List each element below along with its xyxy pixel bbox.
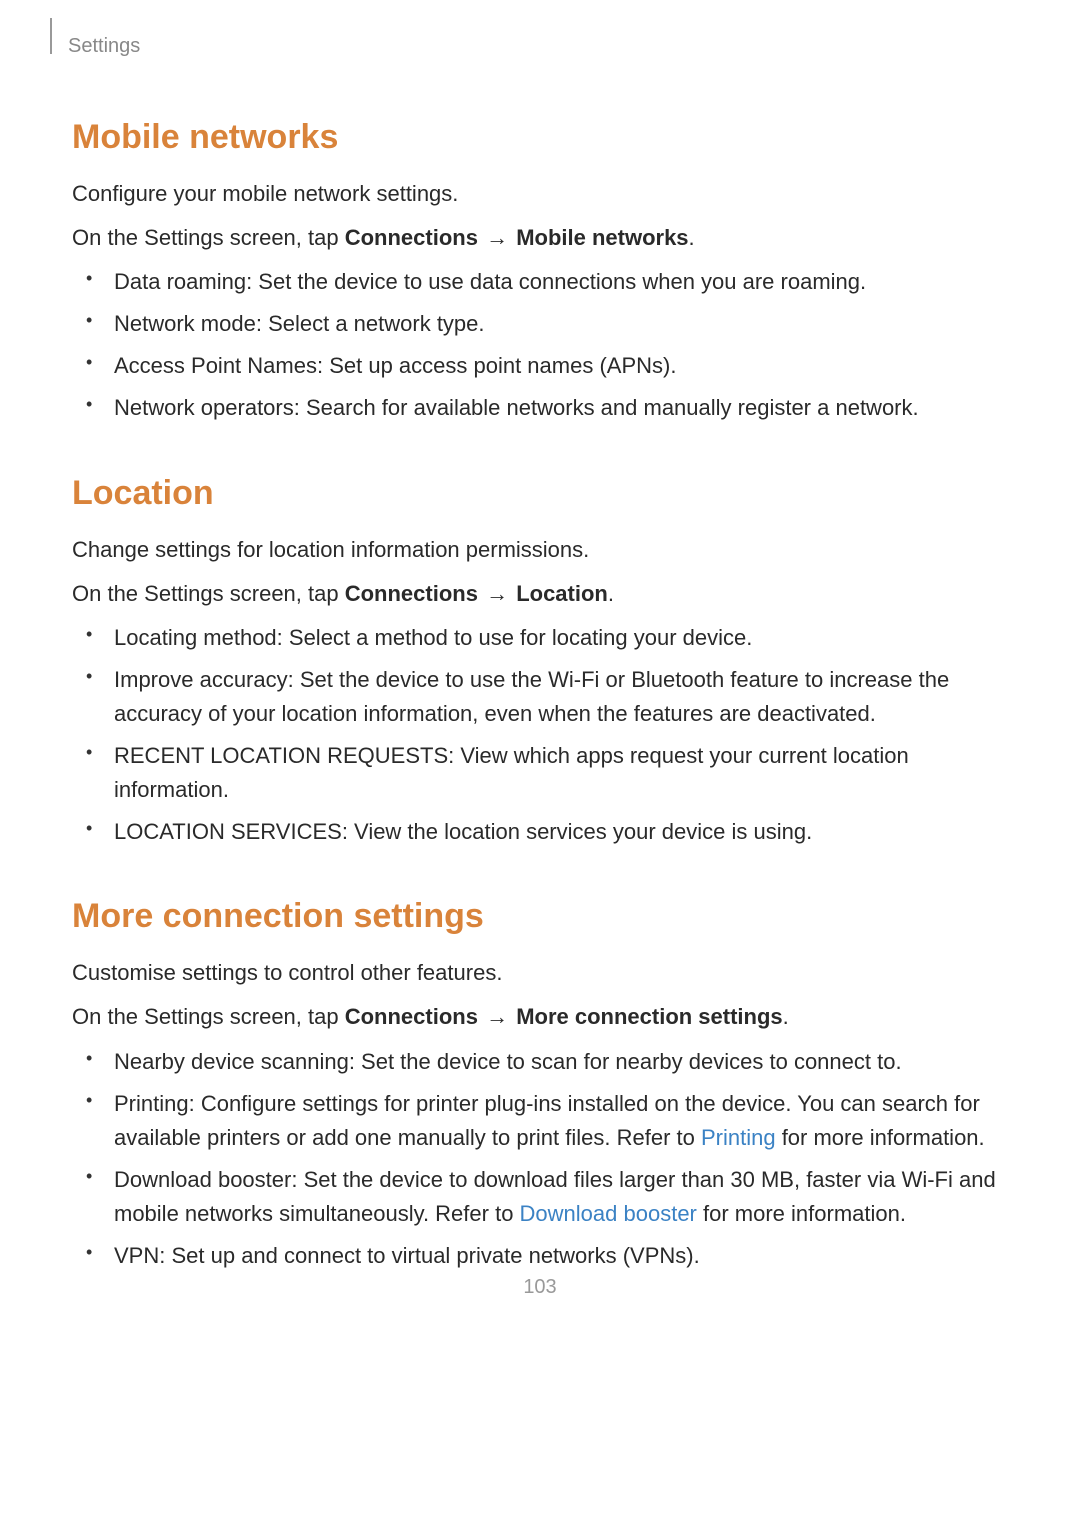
item-desc: : Select a method to use for locating yo…: [277, 625, 753, 650]
list-item: Nearby device scanning: Set the device t…: [108, 1045, 1008, 1079]
more-list: Nearby device scanning: Set the device t…: [72, 1045, 1008, 1274]
list-item: Improve accuracy: Set the device to use …: [108, 663, 1008, 731]
item-name: Download booster: [114, 1167, 291, 1192]
link-printing[interactable]: Printing: [701, 1125, 776, 1150]
more-path: On the Settings screen, tap Connections …: [72, 1000, 1008, 1034]
arrow-icon: →: [478, 581, 516, 606]
text: On the Settings screen, tap: [72, 225, 345, 250]
page-number: 103: [0, 1276, 1080, 1299]
text: .: [783, 1004, 789, 1029]
item-desc: : View the location services your device…: [342, 819, 812, 844]
heading-location: Location: [72, 474, 1008, 513]
item-name: Network mode: [114, 311, 256, 336]
location-path: On the Settings screen, tap Connections …: [72, 577, 1008, 611]
item-name: Data roaming: [114, 269, 246, 294]
item-desc: : Set up access point names (APNs).: [317, 353, 677, 378]
list-item: LOCATION SERVICES: View the location ser…: [108, 815, 1008, 849]
page-content: Settings Mobile networks Configure your …: [0, 0, 1080, 1273]
arrow-icon: →: [478, 225, 516, 250]
item-desc: : Set up and connect to virtual private …: [159, 1243, 699, 1268]
item-name: Nearby device scanning: [114, 1049, 349, 1074]
item-desc: : Set the device to scan for nearby devi…: [349, 1049, 902, 1074]
path-connections: Connections: [345, 581, 478, 606]
item-desc: for more information.: [697, 1201, 906, 1226]
more-intro: Customise settings to control other feat…: [72, 956, 1008, 990]
text: On the Settings screen, tap: [72, 581, 345, 606]
item-name: LOCATION SERVICES: [114, 819, 342, 844]
heading-more-connection: More connection settings: [72, 897, 1008, 936]
list-item: Network operators: Search for available …: [108, 391, 1008, 425]
text: On the Settings screen, tap: [72, 1004, 345, 1029]
item-desc: for more information.: [776, 1125, 985, 1150]
list-item: Printing: Configure settings for printer…: [108, 1087, 1008, 1155]
link-download-booster[interactable]: Download booster: [520, 1201, 697, 1226]
list-item: Download booster: Set the device to down…: [108, 1163, 1008, 1231]
mobile-path: On the Settings screen, tap Connections …: [72, 221, 1008, 255]
path-more-connection: More connection settings: [516, 1004, 782, 1029]
list-item: Network mode: Select a network type.: [108, 307, 1008, 341]
header-label: Settings: [68, 35, 1008, 58]
text: .: [608, 581, 614, 606]
item-name: Locating method: [114, 625, 277, 650]
list-item: Access Point Names: Set up access point …: [108, 349, 1008, 383]
item-name: Improve accuracy: [114, 667, 288, 692]
location-list: Locating method: Select a method to use …: [72, 621, 1008, 850]
item-name: RECENT LOCATION REQUESTS: [114, 743, 448, 768]
item-name: VPN: [114, 1243, 159, 1268]
path-connections: Connections: [345, 1004, 478, 1029]
item-name: Network operators: [114, 395, 294, 420]
item-desc: : Search for available networks and manu…: [294, 395, 919, 420]
list-item: RECENT LOCATION REQUESTS: View which app…: [108, 739, 1008, 807]
mobile-list: Data roaming: Set the device to use data…: [72, 265, 1008, 425]
mobile-intro: Configure your mobile network settings.: [72, 177, 1008, 211]
header-marker: [50, 18, 52, 54]
item-desc: : Set the device to use data connections…: [246, 269, 866, 294]
text: .: [689, 225, 695, 250]
item-name: Access Point Names: [114, 353, 317, 378]
item-desc: : Select a network type.: [256, 311, 485, 336]
heading-mobile-networks: Mobile networks: [72, 118, 1008, 157]
list-item: Data roaming: Set the device to use data…: [108, 265, 1008, 299]
arrow-icon: →: [478, 1004, 516, 1029]
location-intro: Change settings for location information…: [72, 533, 1008, 567]
path-mobile-networks: Mobile networks: [516, 225, 688, 250]
path-location: Location: [516, 581, 608, 606]
list-item: VPN: Set up and connect to virtual priva…: [108, 1239, 1008, 1273]
list-item: Locating method: Select a method to use …: [108, 621, 1008, 655]
path-connections: Connections: [345, 225, 478, 250]
item-name: Printing: [114, 1091, 189, 1116]
